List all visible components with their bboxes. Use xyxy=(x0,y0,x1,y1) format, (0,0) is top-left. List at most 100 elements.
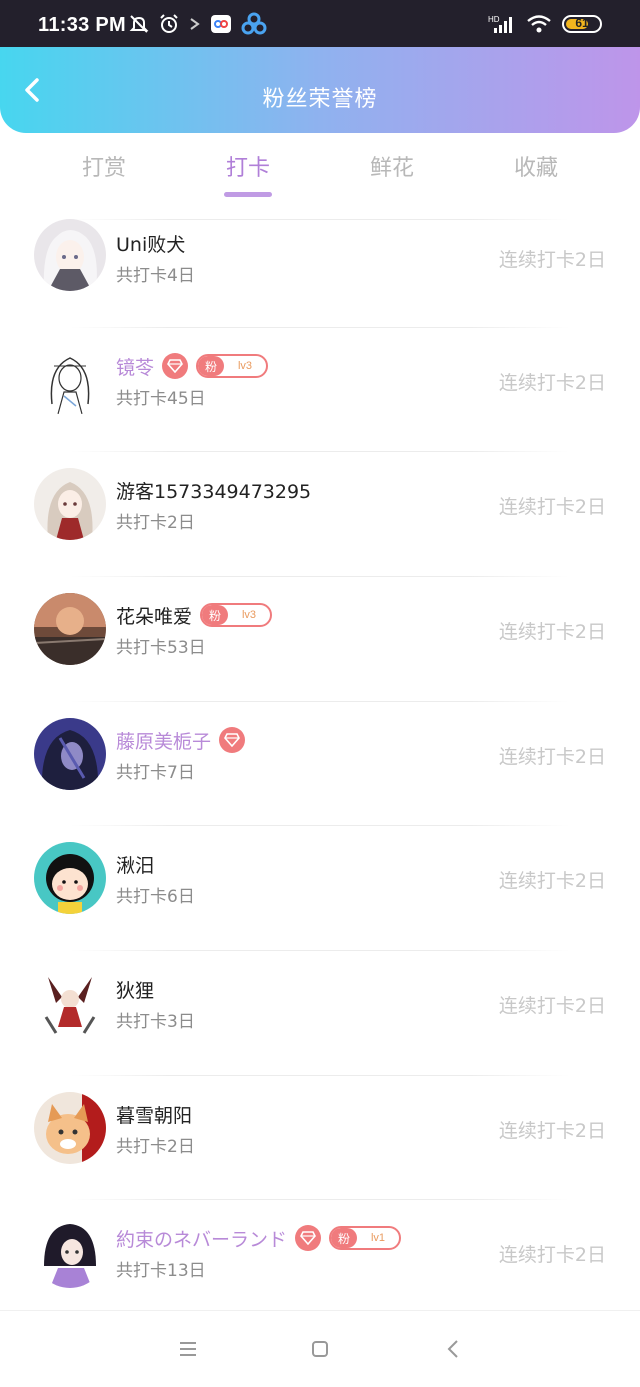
total-checkins: 共打卡2日 xyxy=(116,1137,195,1157)
divider xyxy=(70,219,570,220)
total-checkins: 共打卡4日 xyxy=(116,266,195,286)
tab-label: 打卡 xyxy=(225,156,270,181)
divider xyxy=(70,1199,570,1200)
menu-icon xyxy=(180,1342,196,1356)
total-checkins: 共打卡2日 xyxy=(116,513,195,533)
menu-button[interactable] xyxy=(176,1337,200,1361)
tab-favorites[interactable]: 收藏 xyxy=(464,150,608,182)
user-name[interactable]: 花朵唯爱 xyxy=(116,602,192,629)
arrow-icon xyxy=(190,18,200,30)
divider xyxy=(70,1075,570,1076)
name-line: 游客1573349473295 xyxy=(116,476,311,504)
tab-flowers[interactable]: 鲜花 xyxy=(320,150,464,182)
list-item[interactable]: 藤原美栀子 共打卡7日 连续打卡2日 xyxy=(0,701,640,825)
diamond-icon xyxy=(224,733,240,747)
streak-text: 连续打卡2日 xyxy=(498,870,606,892)
total-checkins: 共打卡45日 xyxy=(116,389,206,409)
user-name[interactable]: 镜苓 xyxy=(116,353,154,380)
total-checkins: 共打卡53日 xyxy=(116,638,206,658)
diamond-icon xyxy=(300,1231,316,1245)
user-name[interactable]: 約束のネバーランド xyxy=(116,1225,287,1252)
fan-level-badge: 粉 lv3 xyxy=(200,603,273,627)
avatar[interactable] xyxy=(34,1216,106,1288)
tab-underline xyxy=(224,192,272,197)
system-back-button[interactable] xyxy=(442,1337,466,1361)
name-line: 湫汨 xyxy=(116,850,154,878)
user-name[interactable]: 暮雪朝阳 xyxy=(116,1101,192,1128)
name-line: 約束のネバーランド 粉 lv1 xyxy=(116,1224,402,1252)
vip-diamond-badge xyxy=(219,727,246,753)
page-header: 粉丝荣誉榜 xyxy=(0,47,640,133)
divider xyxy=(70,950,570,951)
name-line: 狄狸 xyxy=(116,975,154,1003)
total-checkins: 共打卡13日 xyxy=(116,1261,206,1281)
name-line: 藤原美栀子 xyxy=(116,726,246,754)
avatar[interactable] xyxy=(34,718,106,790)
tab-checkin[interactable]: 打卡 xyxy=(176,150,320,197)
fan-level-badge: 粉 lv1 xyxy=(329,1226,402,1250)
divider xyxy=(70,825,570,826)
list-item[interactable]: 狄狸 共打卡3日 连续打卡2日 xyxy=(0,950,640,1074)
name-line: Uni败犬 xyxy=(116,229,185,257)
user-name[interactable]: 藤原美栀子 xyxy=(116,727,211,754)
streak-text: 连续打卡2日 xyxy=(498,1120,606,1142)
tab-reward[interactable]: 打赏 xyxy=(32,150,176,182)
alarm-icon xyxy=(160,14,178,33)
fan-level-badge: 粉 lv3 xyxy=(196,354,269,378)
list-item[interactable]: 游客1573349473295 共打卡2日 连续打卡2日 xyxy=(0,451,640,575)
svg-text:HD: HD xyxy=(488,15,500,24)
vip-diamond-badge xyxy=(162,353,189,379)
home-button[interactable] xyxy=(308,1337,332,1361)
avatar[interactable] xyxy=(34,967,106,1039)
baidu-icon xyxy=(241,12,267,35)
system-nav-bar xyxy=(0,1310,640,1387)
user-name[interactable]: 游客1573349473295 xyxy=(116,477,311,504)
divider xyxy=(70,701,570,702)
name-line: 花朵唯爱 粉 lv3 xyxy=(116,601,273,629)
wifi-icon xyxy=(527,15,551,33)
list-item[interactable]: 暮雪朝阳 共打卡2日 连续打卡2日 xyxy=(0,1075,640,1199)
status-bar: 11:33 PM HD 61 xyxy=(0,0,640,48)
back-icon xyxy=(447,1340,458,1358)
fan-level: lv1 xyxy=(370,1232,386,1244)
list-item[interactable]: 約束のネバーランド 粉 lv1 共打卡13日 连续打卡2日 xyxy=(0,1199,640,1323)
tab-label: 收藏 xyxy=(513,156,558,181)
status-time: 11:33 PM xyxy=(38,14,127,36)
name-line: 镜苓 粉 lv3 xyxy=(116,352,269,380)
avatar[interactable] xyxy=(34,1092,106,1164)
fan-label: 粉 xyxy=(198,356,225,376)
avatar[interactable] xyxy=(34,468,106,540)
list-item[interactable]: Uni败犬 共打卡4日 连续打卡2日 xyxy=(0,219,640,343)
list-item[interactable]: 湫汨 共打卡6日 连续打卡2日 xyxy=(0,825,640,949)
user-name[interactable]: 湫汨 xyxy=(116,851,154,878)
avatar[interactable] xyxy=(34,344,106,416)
avatar[interactable] xyxy=(34,219,106,291)
app-icon xyxy=(211,15,231,33)
streak-text: 连续打卡2日 xyxy=(498,496,606,518)
list-item[interactable]: 镜苓 粉 lv3 共打卡45日 连续打卡2日 xyxy=(0,327,640,451)
avatar[interactable] xyxy=(34,842,106,914)
streak-text: 连续打卡2日 xyxy=(498,372,606,394)
status-right-icons: HD 61 xyxy=(488,14,602,34)
home-icon xyxy=(312,1341,328,1357)
streak-text: 连续打卡2日 xyxy=(498,621,606,643)
list-item[interactable]: 花朵唯爱 粉 lv3 共打卡53日 连续打卡2日 xyxy=(0,576,640,700)
user-name[interactable]: Uni败犬 xyxy=(116,230,185,257)
battery-level: 61 xyxy=(575,16,589,30)
battery-icon: 61 xyxy=(562,15,602,33)
vip-diamond-badge xyxy=(295,1225,322,1251)
avatar[interactable] xyxy=(34,593,106,665)
diamond-icon xyxy=(167,359,183,373)
status-left-icons xyxy=(128,12,268,36)
total-checkins: 共打卡7日 xyxy=(116,763,195,783)
divider xyxy=(70,327,570,328)
fan-label: 粉 xyxy=(202,605,229,625)
total-checkins: 共打卡6日 xyxy=(116,887,195,907)
user-name[interactable]: 狄狸 xyxy=(116,976,154,1003)
tab-bar: 打赏 打卡 鲜花 收藏 xyxy=(32,150,608,204)
fan-level: lv3 xyxy=(241,609,257,621)
streak-text: 连续打卡2日 xyxy=(498,995,606,1017)
streak-text: 连续打卡2日 xyxy=(498,249,606,271)
fan-level: lv3 xyxy=(237,360,253,372)
total-checkins: 共打卡3日 xyxy=(116,1012,195,1032)
